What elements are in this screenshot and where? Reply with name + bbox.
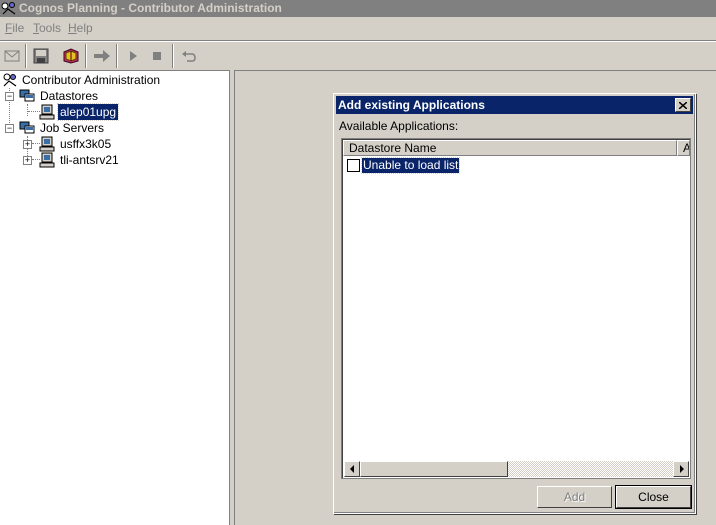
navigation-tree[interactable]: Contributor Administration − Datastores …	[0, 70, 230, 525]
dialog-title: Add existing Applications	[338, 98, 485, 112]
list-item-text: Unable to load list	[360, 157, 461, 174]
horizontal-scrollbar[interactable]	[344, 461, 689, 477]
window-title: Cognos Planning - Contributor Administra…	[19, 1, 282, 15]
column-header-datastore-name[interactable]: Datastore Name	[343, 140, 677, 156]
go-button[interactable]	[91, 45, 113, 67]
scroll-right-button[interactable]	[673, 461, 689, 477]
book-icon	[63, 48, 79, 64]
add-applications-dialog: Add existing Applications Available Appl…	[333, 93, 696, 514]
mail-button[interactable]	[1, 45, 23, 67]
computer-icon	[39, 104, 55, 120]
menu-divider-highlight	[0, 41, 716, 42]
mail-icon	[4, 50, 20, 62]
datastores-icon	[19, 89, 35, 102]
column-header-a[interactable]: A	[677, 140, 690, 156]
available-applications-label: Available Applications:	[339, 119, 459, 133]
dialog-title-bar[interactable]: Add existing Applications	[336, 96, 693, 114]
tree-datastores-label: Datastores	[40, 89, 99, 103]
toolbar-separator	[116, 44, 118, 68]
collapse-icon[interactable]: −	[5, 92, 14, 101]
toolbar-separator	[25, 44, 27, 68]
arrow-right-icon	[679, 465, 684, 473]
toolbar-separator	[85, 44, 87, 68]
expand-icon[interactable]: +	[23, 156, 32, 165]
play-button[interactable]	[122, 45, 144, 67]
tree-server-label: usffx3k05	[60, 137, 112, 151]
admin-root-icon	[3, 73, 17, 87]
server-computer-icon	[39, 152, 55, 168]
cognos-app-icon	[1, 2, 16, 15]
tree-job-servers-label: Job Servers	[40, 121, 105, 135]
dialog-close-button[interactable]	[675, 98, 691, 112]
close-icon	[679, 101, 687, 109]
undo-icon	[182, 51, 196, 62]
menu-tools[interactable]: Tools	[33, 21, 61, 35]
add-button[interactable]: Add	[537, 486, 612, 508]
server-computer-icon	[39, 136, 55, 152]
applications-list[interactable]: Datastore Name A Unable to load list	[341, 138, 691, 479]
save-button[interactable]	[30, 45, 52, 67]
menu-file[interactable]: File	[5, 21, 24, 35]
tree-datastore-item-label: alep01upg	[56, 103, 120, 121]
scroll-left-button[interactable]	[344, 461, 360, 477]
toolbar-separator	[172, 44, 174, 68]
job-servers-icon	[19, 121, 35, 134]
arrow-left-icon	[349, 465, 354, 473]
window-title-bar[interactable]: Cognos Planning - Contributor Administra…	[0, 0, 716, 17]
scrollbar-thumb[interactable]	[360, 461, 508, 477]
menu-help[interactable]: Help	[68, 21, 93, 35]
tree-server-label: tli-antsrv21	[60, 153, 119, 167]
list-item-checkbox[interactable]	[347, 159, 360, 172]
play-icon	[130, 51, 137, 61]
stop-button[interactable]	[146, 45, 168, 67]
tree-root-label: Contributor Administration	[22, 73, 161, 87]
collapse-icon[interactable]: −	[5, 124, 14, 133]
undo-button[interactable]	[178, 45, 200, 67]
tree-connector	[27, 104, 28, 116]
book-button[interactable]	[60, 45, 82, 67]
expand-icon[interactable]: +	[23, 140, 32, 149]
menu-bar: File Tools Help	[0, 17, 716, 39]
save-icon	[33, 48, 49, 64]
stop-icon	[153, 52, 161, 60]
close-button[interactable]: Close	[616, 486, 691, 508]
go-arrow-icon	[94, 50, 110, 62]
